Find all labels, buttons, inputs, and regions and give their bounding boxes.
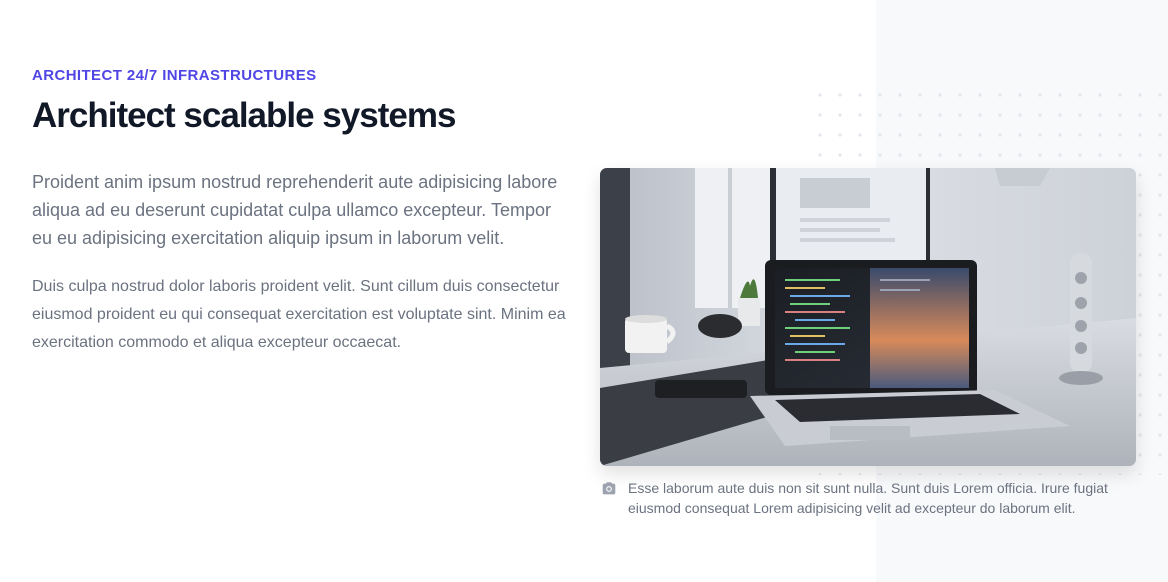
- section-title: Architect scalable systems: [32, 96, 456, 135]
- camera-icon: [600, 480, 618, 498]
- figure-caption: Esse laborum aute duis non sit sunt null…: [600, 478, 1140, 518]
- lead-paragraph: Proident anim ipsum nostrud reprehenderi…: [32, 172, 558, 248]
- laptop-photo: [600, 168, 1136, 466]
- section-eyebrow: Architect 24/7 infrastructures: [32, 67, 317, 84]
- body-paragraph: Duis culpa nostrud dolor laboris proiden…: [32, 278, 566, 351]
- caption-text: Esse laborum aute duis non sit sunt null…: [628, 480, 1108, 516]
